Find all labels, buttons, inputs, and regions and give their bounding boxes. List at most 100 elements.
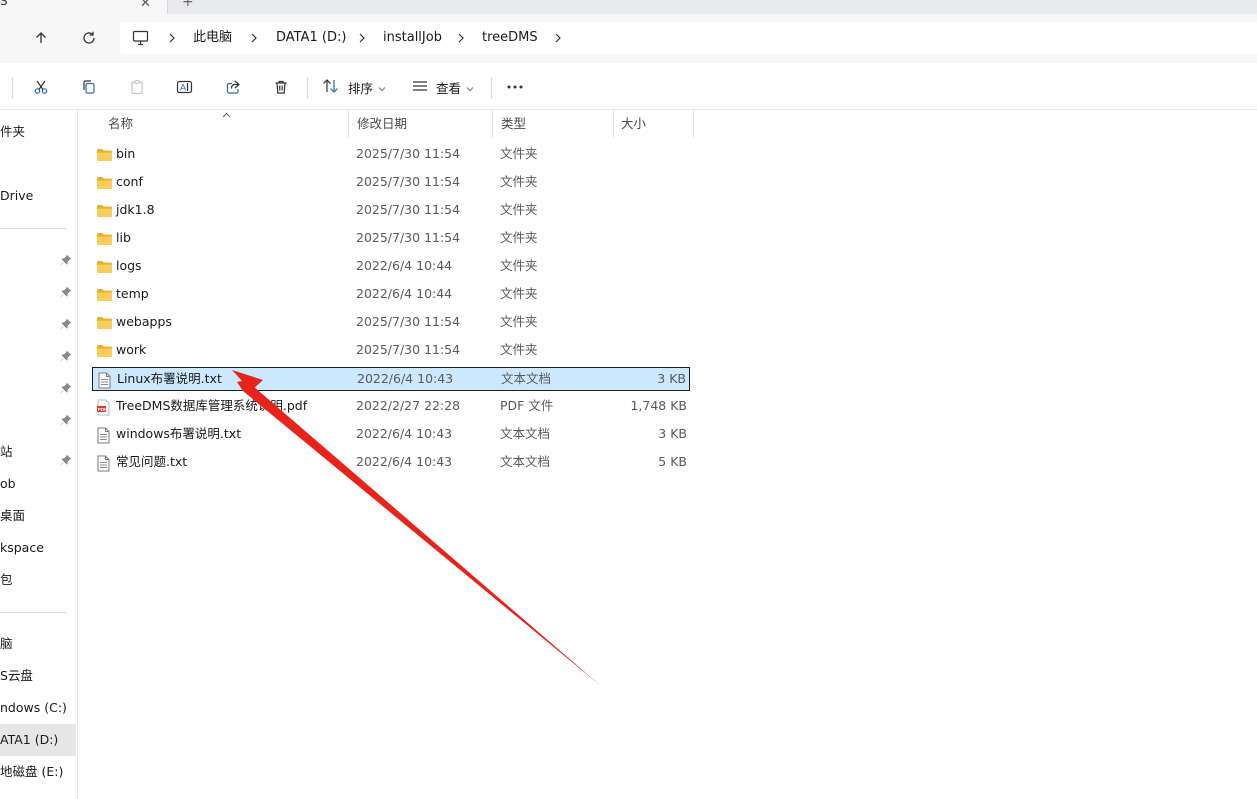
- toolbar-divider: [12, 77, 13, 99]
- sidebar-item-package[interactable]: 包: [0, 564, 76, 596]
- file-type: 文件夹: [500, 258, 538, 273]
- file-row[interactable]: PDF TreeDMS数据库管理系统说明.pdf 2022/2/27 22:28 PD…: [92, 395, 690, 419]
- rename-icon[interactable]: A: [172, 73, 198, 101]
- file-date: 2022/2/27 22:28: [356, 398, 461, 413]
- sidebar-item-desktop[interactable]: 桌面: [0, 500, 76, 532]
- file-size: 3 KB: [658, 426, 687, 441]
- file-row[interactable]: jdk1.8 2025/7/30 11:54 文件夹: [92, 199, 690, 223]
- file-date: 2022/6/4 10:44: [356, 286, 453, 301]
- column-divider[interactable]: [693, 110, 694, 138]
- sidebar-item-onedrive[interactable]: Drive: [0, 180, 76, 212]
- file-row[interactable]: Linux布署说明.txt 2022/6/4 10:43 文本文档 3 KB: [92, 367, 690, 391]
- column-divider[interactable]: [492, 110, 493, 138]
- chevron-right-icon[interactable]: [166, 22, 178, 54]
- sidebar-item-recycle-bin[interactable]: 站: [0, 436, 76, 468]
- pin-icon: [60, 446, 72, 466]
- sidebar-item-label: 地磁盘 (E:): [0, 764, 64, 779]
- column-header-date[interactable]: 修改日期: [357, 110, 407, 138]
- file-name: jdk1.8: [116, 202, 155, 217]
- new-tab-icon[interactable]: +: [182, 0, 194, 10]
- sidebar-item-drive-d[interactable]: ATA1 (D:): [0, 724, 76, 756]
- address-bar[interactable]: 此电脑 DATA1 (D:) installJob treeDMS: [120, 22, 1257, 54]
- file-date: 2022/6/4 10:44: [356, 258, 453, 273]
- file-name: Linux布署说明.txt: [117, 371, 222, 386]
- chevron-right-icon[interactable]: [248, 22, 260, 54]
- file-type: 文件夹: [500, 286, 538, 301]
- chevron-right-icon[interactable]: [552, 22, 564, 54]
- column-divider[interactable]: [348, 110, 349, 138]
- sidebar-item-workspace[interactable]: kspace: [0, 532, 76, 564]
- file-type: 文本文档: [501, 371, 552, 386]
- file-type: 文件夹: [500, 314, 538, 329]
- file-row[interactable]: work 2025/7/30 11:54 文件夹: [92, 339, 690, 363]
- column-header-name[interactable]: 名称: [108, 110, 133, 138]
- file-row[interactable]: bin 2025/7/30 11:54 文件夹: [92, 143, 690, 167]
- sort-ascending-icon: [222, 106, 231, 121]
- sort-label: 排序: [348, 80, 374, 96]
- folder-icon: [96, 259, 113, 275]
- file-name: windows布署说明.txt: [116, 426, 242, 441]
- file-type: 文件夹: [500, 202, 538, 217]
- pdf-file-icon: PDF: [96, 399, 113, 416]
- sidebar-divider: [0, 228, 67, 229]
- column-header-size[interactable]: 大小: [621, 110, 646, 138]
- file-row[interactable]: temp 2022/6/4 10:44 文件夹: [92, 283, 690, 307]
- text-file-icon: [96, 455, 113, 472]
- file-list: 名称 修改日期 类型 大小 bin 2025/7/30 11:54 文件夹 conf 2…: [78, 110, 1257, 799]
- sidebar-item-this-pc[interactable]: 脑: [0, 628, 76, 660]
- sidebar-item-folders[interactable]: 件夹: [0, 116, 76, 148]
- file-row[interactable]: conf 2025/7/30 11:54 文件夹: [92, 171, 690, 195]
- svg-text:A: A: [180, 83, 186, 93]
- share-icon[interactable]: [220, 73, 246, 101]
- sidebar-item-drive-c[interactable]: ndows (C:): [0, 692, 76, 724]
- sidebar-item-installjob[interactable]: ob: [0, 468, 76, 500]
- more-options-icon[interactable]: [502, 73, 528, 101]
- pin-icon: [60, 254, 72, 266]
- breadcrumb-this-pc[interactable]: 此电脑: [193, 22, 232, 54]
- file-name: logs: [116, 258, 142, 273]
- file-name: 常见问题.txt: [116, 454, 188, 469]
- sidebar-item-label: 件夹: [0, 124, 26, 139]
- paste-icon[interactable]: [124, 73, 150, 101]
- chevron-right-icon[interactable]: [455, 22, 467, 54]
- sidebar-item-label: ATA1 (D:): [0, 732, 59, 747]
- chevron-right-icon[interactable]: [356, 22, 368, 54]
- command-bar: A 排序 查看: [0, 63, 1257, 110]
- file-date: 2025/7/30 11:54: [356, 202, 461, 217]
- column-divider[interactable]: [613, 110, 614, 138]
- sidebar-item-label: 脑: [0, 636, 13, 651]
- toolbar-divider: [491, 77, 492, 99]
- close-tab-icon[interactable]: ✕: [140, 0, 151, 11]
- file-row[interactable]: 常见问题.txt 2022/6/4 10:43 文本文档 5 KB: [92, 451, 690, 475]
- column-header-type[interactable]: 类型: [501, 110, 526, 138]
- up-arrow-icon[interactable]: [26, 24, 56, 52]
- file-row[interactable]: logs 2022/6/4 10:44 文件夹: [92, 255, 690, 279]
- file-date: 2022/6/4 10:43: [357, 371, 454, 386]
- pin-icon: [60, 318, 72, 330]
- refresh-icon[interactable]: [74, 24, 104, 52]
- file-row[interactable]: windows布署说明.txt 2022/6/4 10:43 文本文档 3 KB: [92, 423, 690, 447]
- file-row[interactable]: lib 2025/7/30 11:54 文件夹: [92, 227, 690, 251]
- text-file-icon: [96, 427, 113, 444]
- pin-icon: [60, 414, 72, 426]
- delete-icon[interactable]: [268, 73, 294, 101]
- view-button[interactable]: 查看: [412, 73, 474, 101]
- folder-icon: [96, 287, 113, 303]
- file-type: 文件夹: [500, 146, 538, 161]
- computer-icon[interactable]: [132, 30, 149, 49]
- breadcrumb-data1-drive[interactable]: DATA1 (D:): [276, 22, 346, 54]
- cut-icon[interactable]: [28, 73, 54, 101]
- sidebar-item-label: Drive: [0, 188, 34, 203]
- sort-button[interactable]: 排序: [322, 73, 386, 101]
- active-tab[interactable]: S ✕: [0, 0, 168, 14]
- breadcrumb-installjob[interactable]: installJob: [383, 22, 442, 54]
- copy-icon[interactable]: [76, 73, 102, 101]
- sidebar-item-drive-e[interactable]: 地磁盘 (E:): [0, 756, 76, 788]
- navigation-pane: 件夹 Drive 站 ob 桌面 kspace 包 脑 S云盘 ndows (C…: [0, 110, 78, 799]
- file-date: 2025/7/30 11:54: [356, 314, 461, 329]
- view-label: 查看: [436, 80, 462, 96]
- sidebar-item-label: ndows (C:): [0, 700, 67, 715]
- file-row[interactable]: webapps 2025/7/30 11:54 文件夹: [92, 311, 690, 335]
- breadcrumb-treedms[interactable]: treeDMS: [482, 22, 538, 54]
- sidebar-item-cloud-drive[interactable]: S云盘: [0, 660, 76, 692]
